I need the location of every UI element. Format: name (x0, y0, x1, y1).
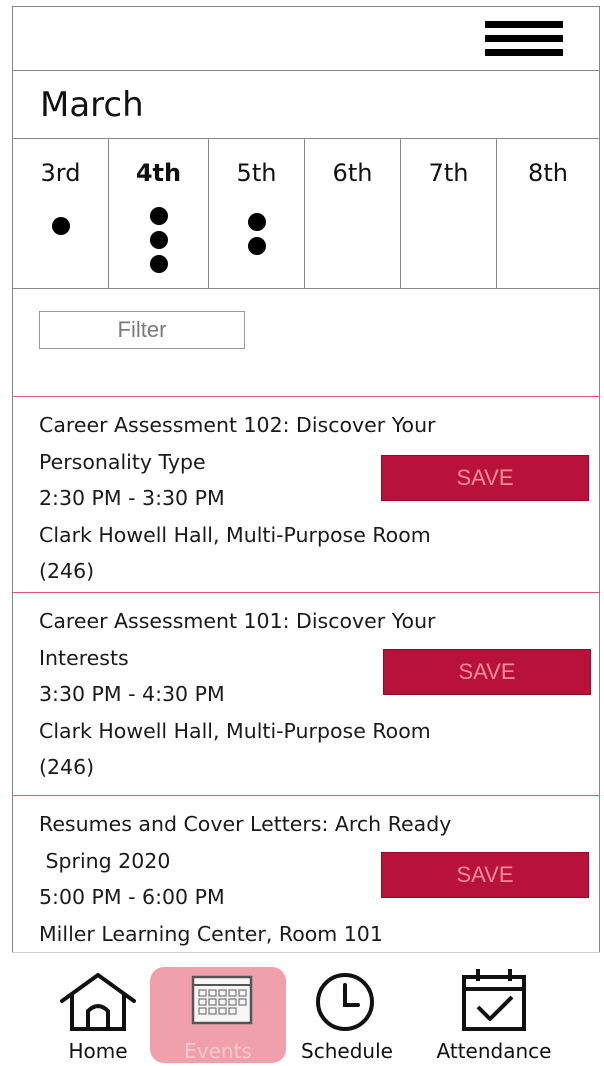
calendar-check-icon (462, 969, 526, 1031)
save-button[interactable]: SAVE (381, 455, 589, 501)
hamburger-menu-icon[interactable] (485, 19, 563, 59)
nav-attendance[interactable]: Attendance (424, 953, 564, 1066)
calendar-grid-icon (191, 975, 253, 1025)
event-dot (149, 207, 168, 225)
day-7th[interactable]: 7th (401, 139, 497, 288)
event-card[interactable]: Career Assessment 101: Discover Your Int… (13, 593, 599, 796)
event-dots (209, 213, 304, 259)
event-title: Career Assessment 102: Discover Your (39, 413, 436, 437)
event-location: Miller Learning Center, Room 101 (39, 921, 383, 946)
nav-schedule[interactable]: Schedule (294, 953, 400, 1066)
day-6th[interactable]: 6th (305, 139, 401, 288)
home-icon (60, 973, 136, 1031)
event-dot (51, 217, 70, 235)
app-frame: March 3rd 4th 5th 6th 7th 8th Filter Car… (12, 6, 600, 1066)
nav-home[interactable]: Home (50, 953, 146, 1066)
save-button[interactable]: SAVE (381, 852, 589, 898)
filter-area (13, 289, 599, 397)
event-dots (13, 203, 108, 239)
event-time: 2:30 PM - 3:30 PM (39, 486, 225, 510)
menu-line (485, 21, 563, 28)
menu-line (485, 35, 563, 42)
filter-input[interactable] (39, 311, 245, 349)
event-dots (109, 207, 208, 277)
day-label: 3rd (40, 159, 81, 187)
event-location: Clark Howell Hall, Multi-Purpose Room (39, 718, 431, 743)
event-title: Career Assessment 101: Discover Your (39, 609, 436, 633)
day-label: 8th (528, 159, 568, 187)
event-dot (247, 213, 266, 231)
day-4th[interactable]: 4th (109, 139, 209, 288)
bottom-nav: Home Events Schedule Attendance (12, 952, 600, 1066)
event-card[interactable]: Resumes and Cover Letters: Arch Ready Sp… (13, 796, 599, 954)
clock-icon (316, 973, 374, 1031)
nav-label: Schedule (301, 1039, 393, 1063)
nav-label: Home (68, 1039, 128, 1063)
menu-line (485, 49, 563, 56)
day-selector: 3rd 4th 5th 6th 7th 8th (13, 139, 599, 289)
top-bar (13, 7, 599, 71)
month-label: March (40, 85, 144, 125)
event-details: Career Assessment 101: Discover Your Int… (39, 603, 436, 786)
nav-events[interactable]: Events (150, 953, 286, 1066)
day-8th[interactable]: 8th (497, 139, 599, 288)
day-5th[interactable]: 5th (209, 139, 305, 288)
event-title: Interests (39, 645, 129, 670)
month-header: March (13, 71, 599, 139)
event-card[interactable]: Career Assessment 102: Discover Your Per… (13, 397, 599, 593)
day-label: 6th (332, 159, 373, 187)
day-label: 7th (428, 159, 469, 187)
nav-label: Events (184, 1039, 252, 1063)
event-location: (246) (39, 755, 95, 779)
event-details: Career Assessment 102: Discover Your Per… (39, 407, 436, 590)
day-3rd[interactable]: 3rd (13, 139, 109, 288)
event-time: 3:30 PM - 4:30 PM (39, 682, 225, 706)
event-dot (149, 231, 168, 249)
event-title: Personality Type (39, 449, 206, 474)
event-location: (246) (39, 559, 95, 583)
day-label: 5th (236, 159, 277, 187)
save-button[interactable]: SAVE (383, 649, 591, 695)
event-dot (247, 237, 266, 255)
event-location: Clark Howell Hall, Multi-Purpose Room (39, 522, 431, 547)
event-dot (149, 255, 168, 273)
day-label: 4th (135, 159, 182, 187)
event-title: Resumes and Cover Letters: Arch Ready (39, 812, 452, 836)
nav-label: Attendance (436, 1039, 552, 1063)
